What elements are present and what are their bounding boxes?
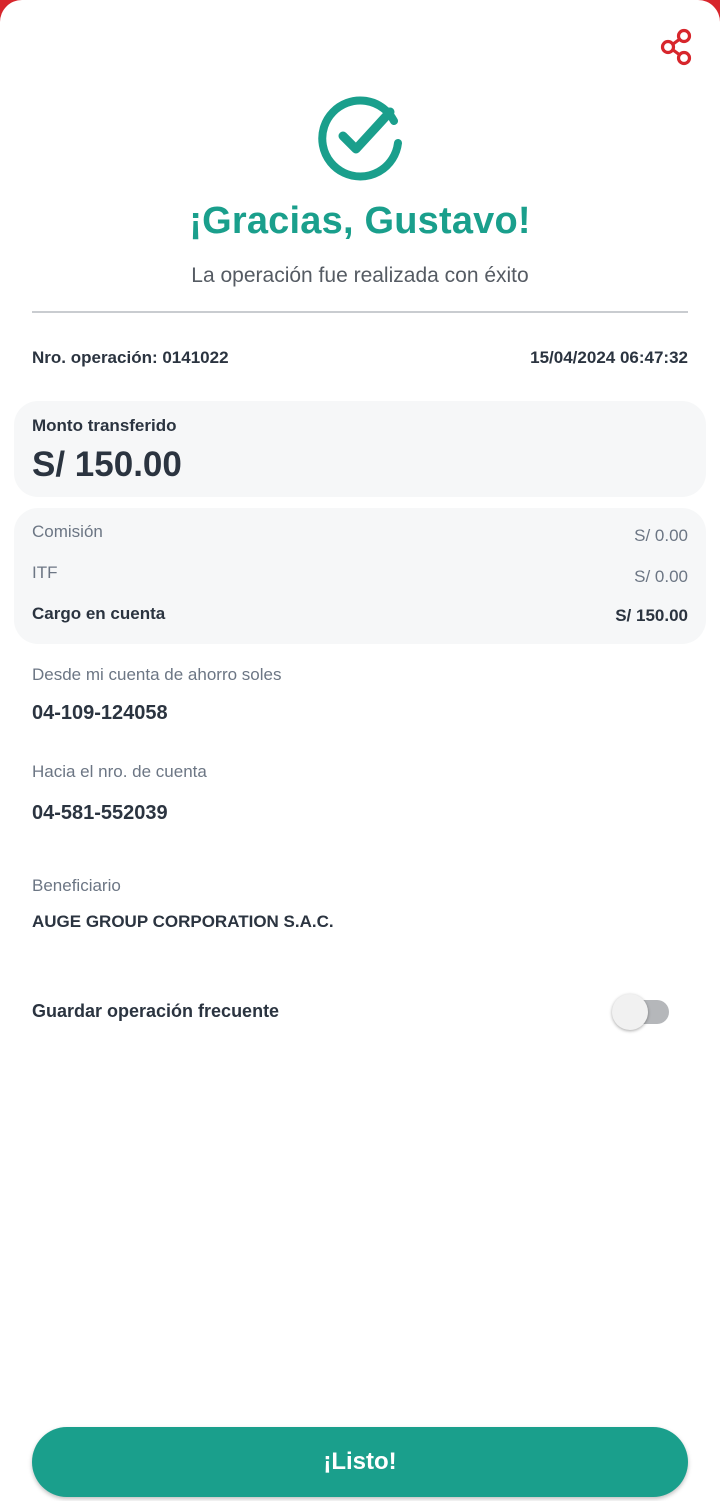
operation-datetime: 15/04/2024 06:47:32 [530, 348, 688, 367]
source-account-number: 04-109-124058 [32, 702, 168, 724]
page-title: ¡Gracias, Gustavo! [189, 200, 531, 242]
check-circle-icon [316, 93, 404, 181]
done-button[interactable]: ¡Listo! [32, 1427, 688, 1497]
destination-account-label: Hacia el nro. de cuenta [32, 762, 207, 781]
save-frequent-label: Guardar operación frecuente [32, 1001, 280, 1021]
operation-number: Nro. operación: 0141022 [32, 348, 229, 367]
destination-account-number: 04-581-552039 [32, 802, 168, 824]
share-icon [660, 28, 692, 66]
fee-label: Comisión [32, 522, 103, 541]
toggle-knob [612, 994, 648, 1030]
save-frequent-toggle[interactable] [612, 994, 670, 1030]
beneficiary-name: AUGE GROUP CORPORATION S.A.C. [32, 912, 334, 931]
divider [32, 311, 688, 313]
fee-value: S/ 150.00 [615, 606, 688, 625]
beneficiary-label: Beneficiario [32, 876, 121, 895]
fee-row-commission: Comisión S/ 0.00 [32, 522, 688, 546]
page-subtitle: La operación fue realizada con éxito [191, 264, 529, 287]
source-account-label: Desde mi cuenta de ahorro soles [32, 665, 282, 684]
share-button[interactable] [657, 27, 697, 67]
amount-card: Monto transferido S/ 150.00 [14, 401, 706, 497]
fee-row-itf: ITF S/ 0.00 [32, 563, 688, 587]
fee-value: S/ 0.00 [634, 526, 688, 545]
fee-label: Cargo en cuenta [32, 604, 166, 623]
amount-value: S/ 150.00 [32, 445, 182, 484]
amount-label: Monto transferido [32, 416, 177, 435]
receipt-sheet: ¡Gracias, Gustavo! La operación fue real… [0, 0, 720, 1501]
fees-card: Comisión S/ 0.00 ITF S/ 0.00 Cargo en cu… [14, 508, 706, 644]
fee-label: ITF [32, 563, 58, 582]
fee-value: S/ 0.00 [634, 567, 688, 586]
fee-row-total-charge: Cargo en cuenta S/ 150.00 [32, 604, 688, 628]
